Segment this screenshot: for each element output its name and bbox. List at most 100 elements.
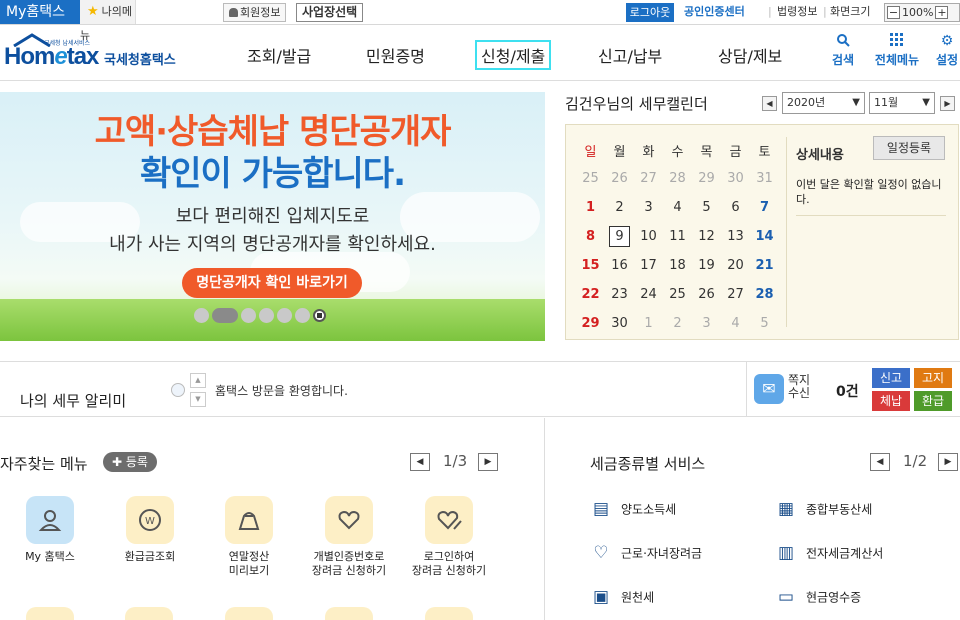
- banner-dot-active[interactable]: [212, 308, 238, 323]
- tax-services-title: 세금종류별 서비스: [590, 455, 706, 473]
- favorite-item[interactable]: My 홈택스: [0, 496, 100, 564]
- calendar-day[interactable]: 27: [721, 287, 750, 302]
- banner-dot[interactable]: [241, 308, 256, 323]
- zoom-out-button[interactable]: −: [887, 6, 900, 19]
- logout-button[interactable]: 로그아웃: [626, 3, 674, 22]
- calendar-day[interactable]: 27: [634, 171, 663, 186]
- calendar-day[interactable]: 18: [663, 258, 692, 273]
- my-hometax-link[interactable]: My홈택스: [0, 0, 80, 24]
- calendar-prev-button[interactable]: ◀: [762, 96, 777, 111]
- nav-consult[interactable]: 상담/제보: [718, 43, 782, 67]
- banner-dot[interactable]: [259, 308, 274, 323]
- service-cash-receipt[interactable]: ▭ 현금영수증: [774, 585, 861, 611]
- add-schedule-button[interactable]: 일정등록: [873, 136, 945, 160]
- calendar-next-button[interactable]: ▶: [940, 96, 955, 111]
- services-next-button[interactable]: ▶: [938, 453, 958, 471]
- calendar-day[interactable]: 29: [692, 171, 721, 186]
- calendar-day[interactable]: 25: [663, 287, 692, 302]
- service-incentive[interactable]: ♡ 근로·자녀장려금: [589, 541, 702, 567]
- calendar-day[interactable]: 28: [750, 287, 779, 302]
- banner-dot[interactable]: [277, 308, 292, 323]
- calendar-day[interactable]: 16: [605, 258, 634, 273]
- message-icon[interactable]: ✉: [754, 374, 784, 404]
- calendar-day[interactable]: 4: [721, 316, 750, 331]
- all-menu[interactable]: 전체메뉴: [872, 33, 922, 68]
- year-select[interactable]: 2020년 ▼: [782, 92, 865, 114]
- calendar-day[interactable]: 2: [663, 316, 692, 331]
- notice-down-button[interactable]: ▼: [190, 392, 206, 407]
- calendar-day[interactable]: 5: [750, 316, 779, 331]
- calendar-day[interactable]: 5: [692, 200, 721, 215]
- month-select[interactable]: 11월 ▼: [869, 92, 935, 114]
- calendar-day[interactable]: 1: [576, 200, 605, 215]
- notice-up-button[interactable]: ▲: [190, 373, 206, 388]
- nav-certificate[interactable]: 민원증명: [366, 43, 425, 67]
- calendar-day[interactable]: 25: [576, 171, 605, 186]
- hometax-logo[interactable]: 국세청 납세서비스 Hometax 국세청홈택스: [4, 33, 184, 73]
- calendar-day[interactable]: 2: [605, 200, 634, 215]
- calendar-day[interactable]: 12: [692, 229, 721, 244]
- tag-arrears[interactable]: 체납: [872, 391, 910, 411]
- calendar-day[interactable]: 26: [605, 171, 634, 186]
- calendar-day[interactable]: 23: [605, 287, 634, 302]
- main-banner[interactable]: 고액·상습체납 명단공개자 확인이 가능합니다. 보다 편리해진 입체지도로 내…: [0, 92, 545, 341]
- calendar-day[interactable]: 1: [634, 316, 663, 331]
- calendar-day[interactable]: 28: [663, 171, 692, 186]
- register-button[interactable]: ✚ 등록: [103, 452, 157, 472]
- message-count[interactable]: 0건: [836, 381, 859, 401]
- law-info-link[interactable]: 법령정보: [777, 4, 817, 20]
- calendar-day[interactable]: 30: [605, 316, 634, 331]
- calendar-day[interactable]: 4: [663, 200, 692, 215]
- banner-dot[interactable]: [194, 308, 209, 323]
- my-menu-link[interactable]: ★ 나의메뉴: [80, 0, 136, 42]
- services-prev-button[interactable]: ◀: [870, 453, 890, 471]
- calendar-day[interactable]: 19: [692, 258, 721, 273]
- banner-cta-button[interactable]: 명단공개자 확인 바로가기: [182, 268, 362, 298]
- calendar-day[interactable]: 21: [750, 258, 779, 273]
- tag-notice[interactable]: 고지: [914, 368, 952, 388]
- calendar-day[interactable]: 15: [576, 258, 605, 273]
- service-transfer-income-tax[interactable]: ▤ 양도소득세: [589, 497, 676, 523]
- search-menu[interactable]: 검색: [830, 33, 856, 68]
- zoom-in-button[interactable]: +: [935, 6, 949, 19]
- calendar-day[interactable]: 6: [721, 200, 750, 215]
- calendar-day[interactable]: 7: [750, 200, 779, 215]
- cert-center-link[interactable]: 공인인증센터: [684, 4, 745, 20]
- favorite-item[interactable]: 연말정산 미리보기: [199, 496, 299, 578]
- heart-pen-icon: [425, 496, 473, 544]
- calendar-day[interactable]: 26: [692, 287, 721, 302]
- calendar-day[interactable]: 30: [721, 171, 750, 186]
- favorites-prev-button[interactable]: ◀: [410, 453, 430, 471]
- service-property-tax[interactable]: ▦ 종합부동산세: [774, 497, 872, 523]
- service-e-invoice[interactable]: ▥ 전자세금계산서: [774, 541, 883, 567]
- favorite-item[interactable]: W 환급금조회: [100, 496, 200, 564]
- calendar-day[interactable]: 31: [750, 171, 779, 186]
- settings-menu[interactable]: ⚙ 설정: [934, 33, 960, 68]
- favorite-item[interactable]: 개별인증번호로 장려금 신청하기: [299, 496, 399, 578]
- calendar-day[interactable]: 3: [692, 316, 721, 331]
- tag-report[interactable]: 신고: [872, 368, 910, 388]
- favorites-next-button[interactable]: ▶: [478, 453, 498, 471]
- calendar-day[interactable]: 8: [576, 229, 605, 244]
- member-info-button[interactable]: 회원정보: [223, 3, 287, 22]
- nav-application[interactable]: 신청/제출: [475, 40, 552, 70]
- tag-refund[interactable]: 환급: [914, 391, 952, 411]
- nav-inquiry[interactable]: 조회/발급: [247, 43, 311, 67]
- service-withholding[interactable]: ▣ 원천세: [589, 585, 654, 611]
- calendar-day-today[interactable]: 9: [609, 226, 630, 247]
- business-select-button[interactable]: 사업장선택: [296, 3, 364, 22]
- favorite-item[interactable]: 로그인하여 장려금 신청하기: [399, 496, 499, 578]
- calendar-day[interactable]: 13: [721, 229, 750, 244]
- calendar-day[interactable]: 17: [634, 258, 663, 273]
- calendar-day[interactable]: 11: [663, 229, 692, 244]
- calendar-day[interactable]: 22: [576, 287, 605, 302]
- banner-stop-button[interactable]: [313, 309, 326, 322]
- calendar-day[interactable]: 20: [721, 258, 750, 273]
- calendar-day[interactable]: 24: [634, 287, 663, 302]
- banner-dot[interactable]: [295, 308, 310, 323]
- nav-report-payment[interactable]: 신고/납부: [598, 43, 662, 67]
- calendar-day[interactable]: 14: [750, 229, 779, 244]
- calendar-day[interactable]: 3: [634, 200, 663, 215]
- calendar-day[interactable]: 29: [576, 316, 605, 331]
- calendar-day[interactable]: 10: [634, 229, 663, 244]
